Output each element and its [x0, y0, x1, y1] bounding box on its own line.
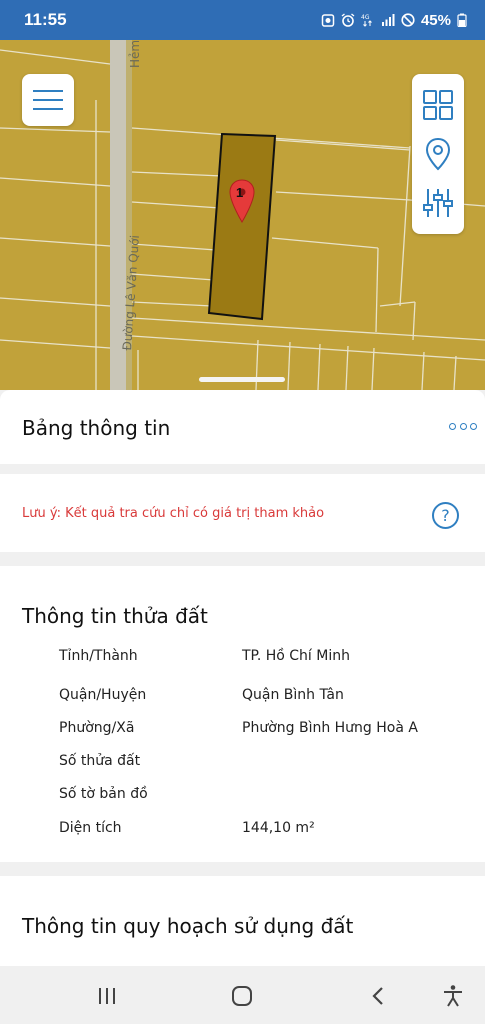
signal-icon — [381, 14, 395, 26]
camera-icon — [321, 14, 335, 27]
menu-icon-bar — [33, 99, 63, 101]
accessibility-button[interactable] — [438, 982, 468, 1010]
info-row-area: Diện tích 144,10 m² — [0, 820, 485, 844]
info-row-map-sheet: Số tờ bản đồ — [0, 786, 485, 810]
info-row-parcel-number: Số thửa đất — [0, 753, 485, 777]
layers-grid-button[interactable] — [420, 87, 456, 123]
accessibility-icon — [444, 985, 462, 1007]
info-row-district: Quận/Huyện Quận Bình Tân — [0, 687, 485, 711]
disclaimer-text: Lưu ý: Kết quả tra cứu chỉ có giá trị th… — [22, 506, 325, 521]
info-value: Phường Bình Hưng Hoà A — [242, 720, 418, 736]
parcel-info-title: Thông tin thửa đất — [22, 604, 208, 628]
parcel-info-card: Thông tin thửa đất Tỉnh/Thành TP. Hồ Chí… — [0, 566, 485, 862]
data-icon: 4G — [361, 14, 372, 27]
info-value: Quận Bình Tân — [242, 687, 344, 703]
home-icon — [232, 986, 252, 1006]
more-dot — [459, 422, 467, 430]
info-label: Diện tích — [59, 820, 122, 836]
filter-button[interactable] — [420, 185, 456, 221]
more-dot — [470, 422, 477, 430]
sheet-drag-handle[interactable] — [199, 377, 285, 382]
status-icons: 4G 45% — [321, 12, 467, 29]
map-tool-panel — [412, 74, 464, 234]
recents-icon — [99, 988, 115, 1004]
help-icon: ? — [441, 506, 450, 525]
disclaimer-card: Lưu ý: Kết quả tra cứu chỉ có giá trị th… — [0, 474, 485, 552]
land-use-card: Thông tin quy hoạch sử dụng đất — [0, 876, 485, 966]
back-button[interactable] — [363, 982, 393, 1010]
info-label: Quận/Huyện — [59, 687, 147, 703]
info-row-ward: Phường/Xã Phường Bình Hưng Hoà A — [0, 720, 485, 744]
street-label-alley: Hẻm — [128, 40, 142, 68]
info-label: Tỉnh/Thành — [59, 648, 138, 664]
back-icon — [372, 987, 383, 1005]
dnd-icon — [401, 13, 415, 27]
info-value: TP. Hồ Chí Minh — [242, 648, 350, 664]
status-bar: 11:55 4G 45% — [0, 0, 485, 40]
alarm-icon — [341, 13, 355, 27]
svg-text:4G: 4G — [361, 14, 370, 21]
system-nav-bar — [0, 966, 485, 1024]
help-button[interactable]: ? — [432, 502, 459, 529]
sheet-title: Bảng thông tin — [22, 416, 171, 440]
grid-icon — [423, 89, 453, 120]
info-row-province: Tỉnh/Thành TP. Hồ Chí Minh — [0, 648, 485, 672]
menu-icon-bar — [33, 108, 63, 110]
status-time: 11:55 — [24, 10, 67, 29]
more-options-button[interactable] — [449, 418, 477, 434]
more-dot — [449, 422, 456, 430]
parcel-marker-label: 1 — [236, 185, 244, 200]
battery-level: 45% — [420, 11, 451, 29]
home-button[interactable] — [227, 982, 257, 1010]
info-sheet-header: Bảng thông tin — [0, 390, 485, 464]
selected-parcel[interactable] — [207, 132, 277, 321]
menu-icon-bar — [33, 90, 63, 92]
locate-button[interactable] — [420, 136, 456, 172]
location-pin-icon — [425, 137, 451, 171]
battery-icon — [457, 13, 467, 27]
info-label: Phường/Xã — [59, 720, 135, 736]
filter-sliders-icon — [423, 189, 453, 218]
info-label: Số thửa đất — [59, 753, 141, 769]
land-use-title: Thông tin quy hoạch sử dụng đất — [22, 914, 354, 938]
recents-button[interactable] — [92, 982, 122, 1010]
info-value: 144,10 m² — [242, 820, 315, 836]
info-label: Số tờ bản đồ — [59, 786, 148, 802]
menu-button[interactable] — [22, 74, 74, 126]
